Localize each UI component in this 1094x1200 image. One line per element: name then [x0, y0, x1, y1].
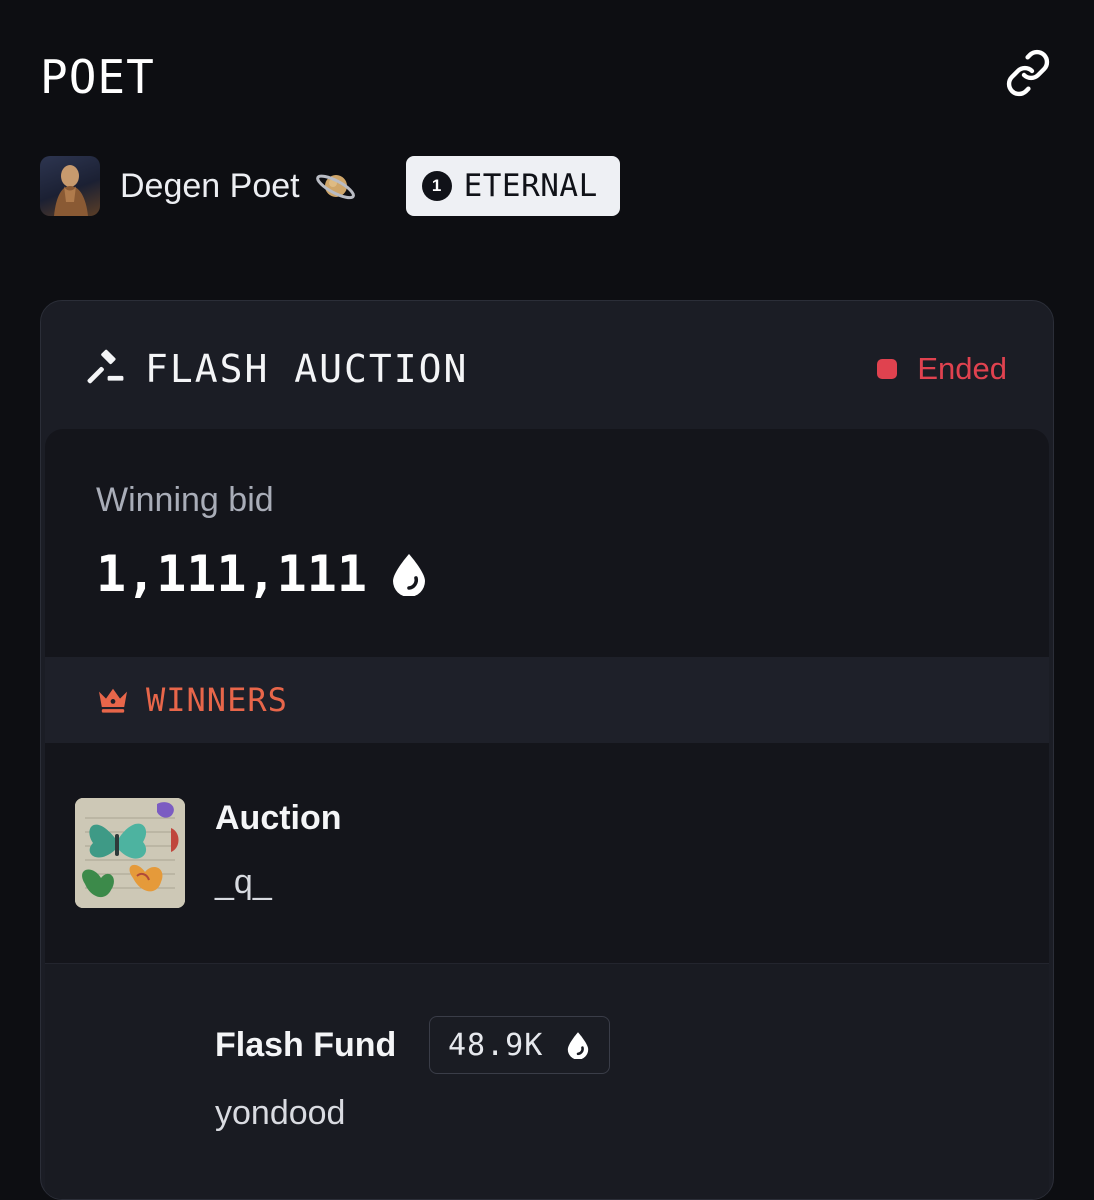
auction-header: FLASH AUCTION Ended [41, 301, 1053, 429]
droplet-icon [389, 552, 429, 596]
auction-body: Winning bid 1,111,111 WINNERS Auction _q… [45, 429, 1049, 1199]
winning-bid-label: Winning bid [96, 481, 274, 519]
winning-bid-value: 1,111,111 [96, 545, 367, 603]
winning-bid-value-row: 1,111,111 [96, 545, 429, 603]
page-title: POET [40, 50, 155, 104]
winner-row-flash-fund[interactable]: Flash Fund 48.9K yondood [45, 963, 1049, 1199]
author-name-link[interactable]: Degen Poet [120, 164, 358, 208]
status-dot [877, 359, 898, 379]
edition-badge[interactable]: 1 ETERNAL [405, 156, 620, 216]
author-avatar[interactable] [40, 156, 100, 216]
auction-card: FLASH AUCTION Ended Winning bid 1,111,11… [40, 300, 1054, 1200]
gavel-icon [87, 349, 124, 384]
copy-link-button[interactable] [1000, 48, 1056, 98]
ringed-planet-icon [314, 164, 358, 208]
status-text: Ended [917, 351, 1007, 386]
winner-thumbnail [75, 798, 185, 908]
status-indicator: Ended [877, 351, 1007, 387]
badge-number: 1 [421, 171, 452, 201]
winner-row-auction[interactable]: Auction _q_ [45, 743, 1049, 963]
fund-amount: 48.9K [448, 1027, 544, 1063]
author-row: Degen Poet 1 ETERNAL [40, 156, 620, 216]
winners-header: WINNERS [45, 657, 1049, 743]
crown-icon [99, 688, 127, 713]
winner-username[interactable]: _q_ [215, 863, 272, 902]
link-icon [1006, 49, 1050, 97]
page: POET Degen Poet 1 ETERNAL FLASH AUCTION … [0, 0, 1094, 1200]
fund-amount-chip: 48.9K [429, 1016, 611, 1074]
badge-label: ETERNAL [463, 168, 598, 204]
winner-title: Auction [215, 799, 342, 837]
fund-username[interactable]: yondood [215, 1094, 345, 1133]
auction-title: FLASH AUCTION [145, 347, 469, 391]
droplet-icon [565, 1031, 591, 1059]
fund-title: Flash Fund [215, 1026, 397, 1064]
winners-label: WINNERS [146, 681, 288, 719]
author-name: Degen Poet [120, 166, 300, 205]
